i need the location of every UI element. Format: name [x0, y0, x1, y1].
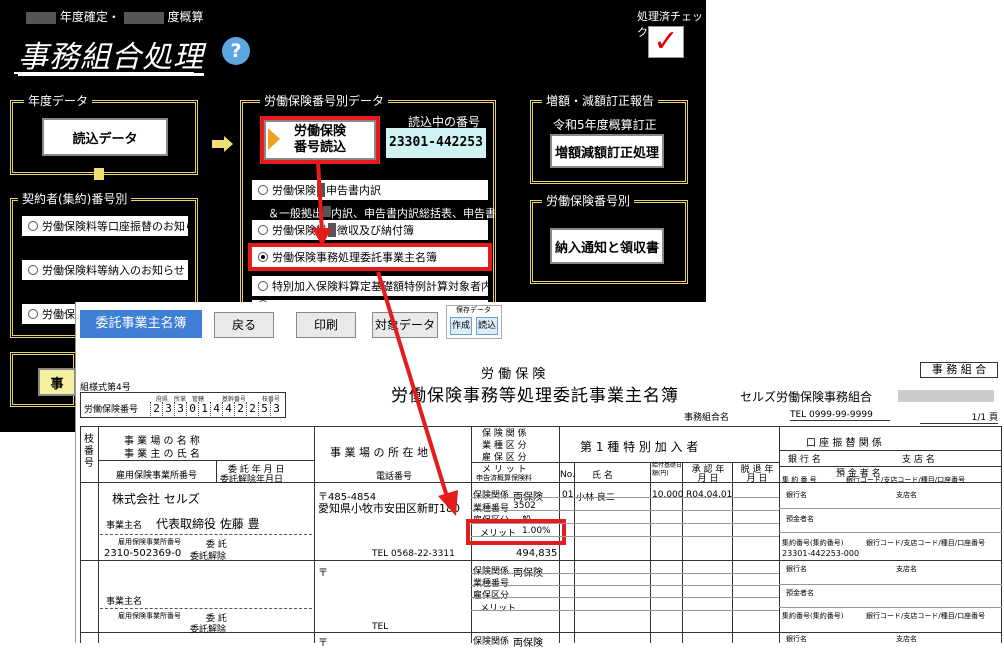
red-arrow-head-2 [438, 490, 458, 516]
red-arrow-shaft-2 [376, 271, 450, 501]
annotation-arrows [312, 161, 458, 516]
red-arrow-shaft-1 [316, 161, 324, 233]
red-arrow-head-1 [312, 228, 332, 246]
